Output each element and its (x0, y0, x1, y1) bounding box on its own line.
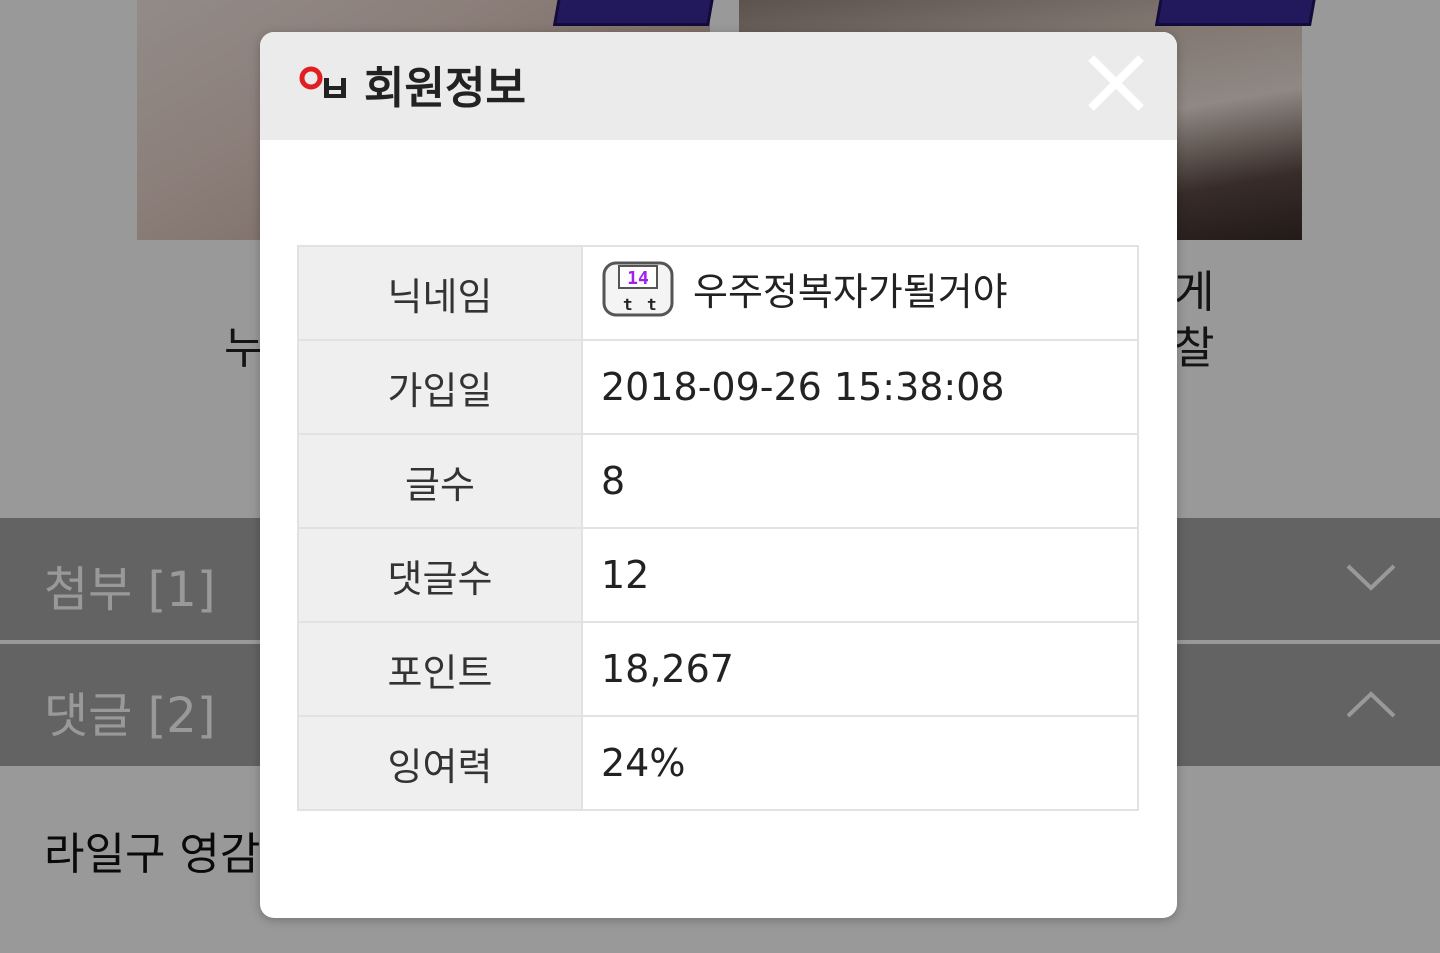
post-count-label: 글수 (297, 433, 583, 529)
post-count-value: 8 (581, 433, 1139, 529)
points-value: 18,267 (581, 621, 1139, 717)
nickname-cell: 14 t t 우주정복자가될거야 (581, 245, 1139, 341)
surplus-power-label: 잉여력 (297, 715, 583, 811)
page: 누 게 찰 첨부 [1] 댓글 [2] 라일구 영감 회원정보 닉네임 14 t… (0, 0, 1440, 953)
table-row: 잉여력 24% (297, 715, 1139, 811)
member-info-table: 닉네임 14 t t 우주정복자가될거야 가입일 2018-09-26 15:3… (297, 245, 1139, 811)
nickname-label: 닉네임 (297, 245, 583, 341)
svg-text:t: t (647, 295, 657, 314)
svg-text:t: t (623, 295, 633, 314)
level-number: 14 (627, 268, 649, 289)
table-row: 닉네임 14 t t 우주정복자가될거야 (297, 245, 1139, 341)
level-14-icon: 14 t t (601, 260, 675, 318)
modal-header: 회원정보 (260, 32, 1177, 140)
table-row: 가입일 2018-09-26 15:38:08 (297, 339, 1139, 435)
member-info-modal: 회원정보 닉네임 14 t t 우주정복자가될거야 가입일 2018-09-26… (260, 32, 1177, 918)
comment-count-value: 12 (581, 527, 1139, 623)
join-date-label: 가입일 (297, 339, 583, 435)
table-row: 댓글수 12 (297, 527, 1139, 623)
nickname-value: 우주정복자가될거야 (693, 270, 1008, 314)
table-row: 글수 8 (297, 433, 1139, 529)
comment-count-label: 댓글수 (297, 527, 583, 623)
modal-title: 회원정보 (364, 63, 526, 114)
close-icon[interactable] (1083, 50, 1149, 116)
join-date-value: 2018-09-26 15:38:08 (581, 339, 1139, 435)
surplus-power-value: 24% (581, 715, 1139, 811)
points-label: 포인트 (297, 621, 583, 717)
profile-badge-icon (298, 64, 354, 104)
table-row: 포인트 18,267 (297, 621, 1139, 717)
